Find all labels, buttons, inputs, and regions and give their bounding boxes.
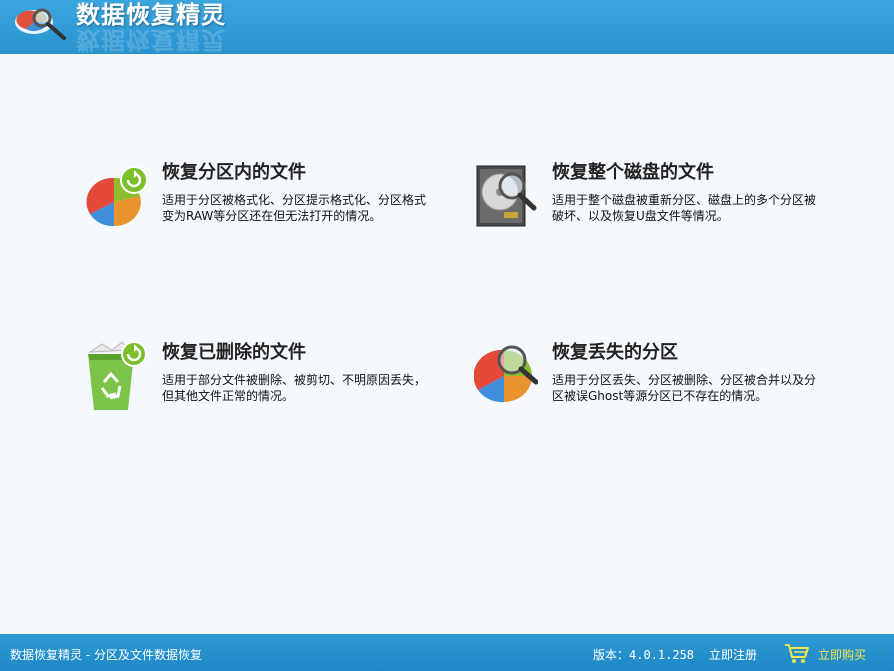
- option-title: 恢复整个磁盘的文件: [552, 162, 714, 183]
- option-description: 适用于整个磁盘被重新分区、磁盘上的多个分区被破坏、以及恢复U盘文件等情况。: [552, 193, 817, 223]
- option-title: 恢复丢失的分区: [552, 342, 678, 363]
- shopping-cart-icon[interactable]: [784, 642, 810, 664]
- magnifier-pie-logo-icon: [15, 8, 66, 40]
- hard-disk-search-icon: [476, 165, 537, 227]
- recover-lost-partition-option[interactable]: 恢复丢失的分区 适用于分区丢失、分区被删除、分区被合并以及分区被误Ghost等源…: [474, 338, 834, 448]
- recover-whole-disk-option[interactable]: 恢复整个磁盘的文件 适用于整个磁盘被重新分区、磁盘上的多个分区被破坏、以及恢复U…: [474, 158, 834, 268]
- option-title: 恢复已删除的文件: [162, 342, 306, 363]
- option-description: 适用于部分文件被删除、被剪切、不明原因丢失，但其他文件正常的情况。: [162, 373, 427, 403]
- recover-partition-files-option[interactable]: 恢复分区内的文件 适用于分区被格式化、分区提示格式化、分区格式变为RAW等分区还…: [84, 158, 444, 268]
- option-description: 适用于分区被格式化、分区提示格式化、分区格式变为RAW等分区还在但无法打开的情况…: [162, 193, 427, 223]
- app-title-reflection: 数据恢复精灵: [76, 28, 226, 52]
- app-title: 数据恢复精灵: [76, 1, 226, 29]
- recycle-bin-icon: [88, 341, 147, 410]
- version-text: 版本：4.0.1.258: [593, 648, 695, 662]
- recover-deleted-files-option[interactable]: 恢复已删除的文件 适用于部分文件被删除、被剪切、不明原因丢失，但其他文件正常的情…: [84, 338, 444, 448]
- title-bar: 数据恢复精灵 数据恢复精灵: [0, 0, 894, 54]
- register-link[interactable]: 立即注册: [709, 646, 757, 663]
- status-bar: 数据恢复精灵 - 分区及文件数据恢复 版本：4.0.1.258 立即注册 立即购…: [0, 634, 894, 671]
- pie-refresh-icon: [86, 166, 148, 227]
- option-description: 适用于分区丢失、分区被删除、分区被合并以及分区被误Ghost等源分区已不存在的情…: [552, 373, 817, 403]
- product-description: 数据恢复精灵 - 分区及文件数据恢复: [10, 648, 202, 662]
- option-title: 恢复分区内的文件: [162, 162, 306, 183]
- buy-now-link[interactable]: 立即购买: [818, 646, 866, 663]
- pie-search-icon: [474, 345, 538, 403]
